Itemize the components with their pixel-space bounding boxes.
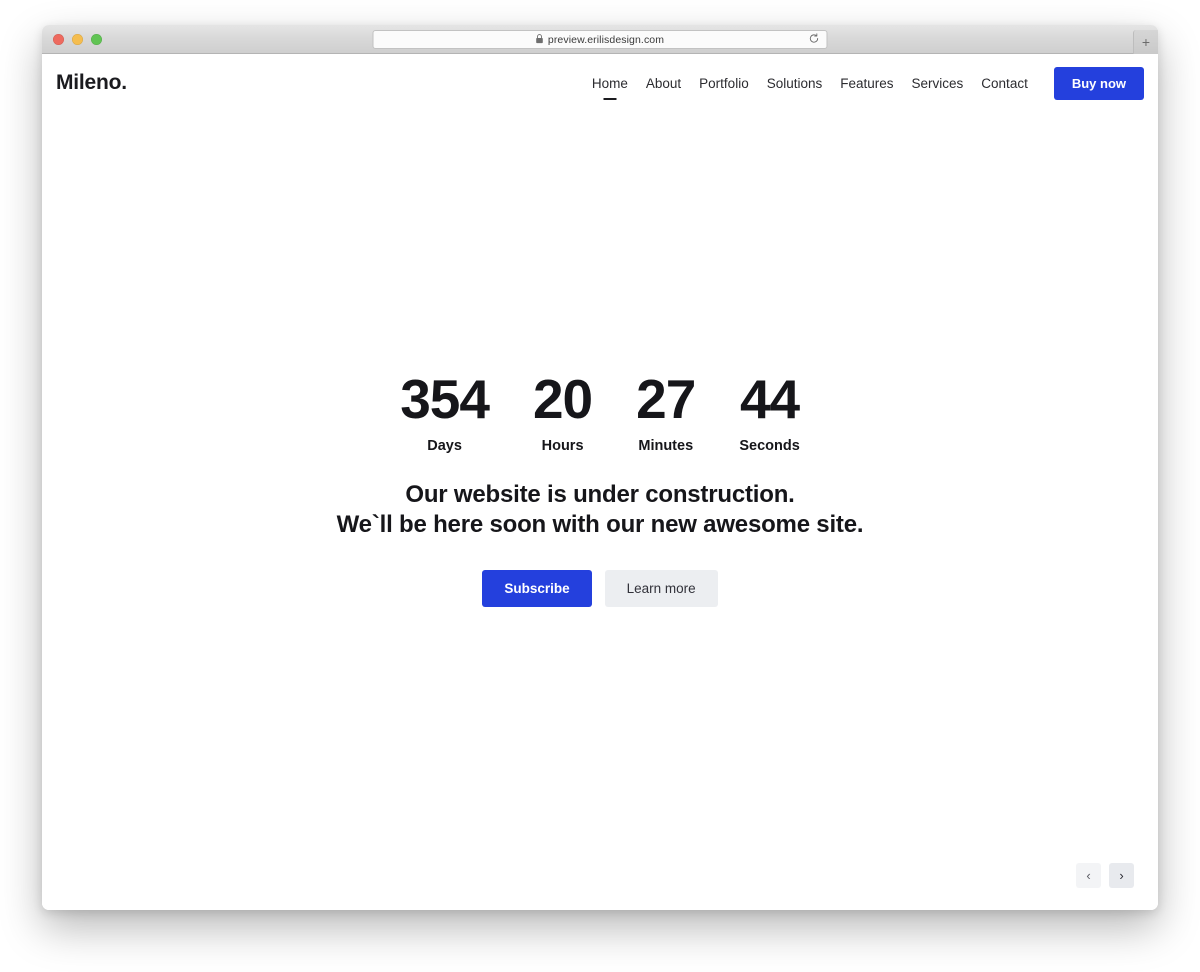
countdown-minutes-value: 27 bbox=[636, 368, 696, 430]
hero-headline: Our website is under construction. We`ll… bbox=[42, 480, 1158, 540]
headline-line-2: We`ll be here soon with our new awesome … bbox=[336, 511, 864, 539]
subscribe-button[interactable]: Subscribe bbox=[482, 570, 592, 608]
learn-more-button[interactable]: Learn more bbox=[604, 570, 718, 608]
countdown-days-value: 354 bbox=[400, 368, 490, 430]
nav-item-home[interactable]: Home bbox=[583, 76, 637, 91]
main-navigation: Home About Portfolio Solutions Features … bbox=[583, 66, 1144, 100]
headline-line-1: Our website is under construction. bbox=[405, 481, 795, 508]
buy-now-button[interactable]: Buy now bbox=[1053, 66, 1144, 100]
nav-item-contact[interactable]: Contact bbox=[972, 76, 1037, 91]
hero-section: 354 Days 20 Hours 27 Minutes 44 Seconds … bbox=[42, 368, 1158, 608]
countdown-minutes-label: Minutes bbox=[638, 438, 694, 454]
chevron-right-icon[interactable]: › bbox=[1109, 863, 1134, 888]
reload-icon[interactable] bbox=[809, 31, 820, 49]
countdown-unit-days: 354 Days bbox=[378, 368, 511, 455]
countdown-days-label: Days bbox=[427, 438, 462, 454]
slider-navigation: ‹ › bbox=[1076, 863, 1134, 888]
countdown-unit-minutes: 27 Minutes bbox=[614, 368, 717, 455]
chevron-left-icon[interactable]: ‹ bbox=[1076, 863, 1101, 888]
countdown-seconds-value: 44 bbox=[739, 368, 800, 430]
countdown-unit-seconds: 44 Seconds bbox=[717, 368, 821, 455]
nav-item-solutions[interactable]: Solutions bbox=[758, 76, 832, 91]
window-controls bbox=[53, 34, 102, 45]
browser-titlebar: preview.erilisdesign.com + bbox=[42, 25, 1158, 54]
hero-cta-group: Subscribe Learn more bbox=[42, 570, 1158, 608]
countdown-unit-hours: 20 Hours bbox=[511, 368, 614, 455]
minimize-window-button[interactable] bbox=[72, 34, 83, 45]
nav-item-services[interactable]: Services bbox=[903, 76, 973, 91]
nav-item-portfolio[interactable]: Portfolio bbox=[690, 76, 758, 91]
nav-item-about[interactable]: About bbox=[637, 76, 690, 91]
countdown-hours-value: 20 bbox=[532, 368, 593, 430]
maximize-window-button[interactable] bbox=[91, 34, 102, 45]
address-bar-url: preview.erilisdesign.com bbox=[547, 33, 665, 46]
new-tab-button[interactable]: + bbox=[1133, 30, 1158, 54]
address-bar-content: preview.erilisdesign.com bbox=[536, 31, 664, 49]
countdown-timer: 354 Days 20 Hours 27 Minutes 44 Seconds bbox=[42, 368, 1158, 455]
countdown-seconds-label: Seconds bbox=[739, 438, 800, 454]
website-viewport: Mileno. Home About Portfolio Solutions F… bbox=[42, 54, 1158, 910]
countdown-hours-label: Hours bbox=[541, 438, 584, 454]
site-header: Mileno. Home About Portfolio Solutions F… bbox=[42, 54, 1158, 112]
site-logo[interactable]: Mileno. bbox=[56, 71, 127, 95]
browser-window: preview.erilisdesign.com + Mileno. Home … bbox=[42, 25, 1158, 910]
nav-item-features[interactable]: Features bbox=[831, 76, 902, 91]
lock-icon bbox=[536, 31, 544, 49]
close-window-button[interactable] bbox=[53, 34, 64, 45]
address-bar[interactable]: preview.erilisdesign.com bbox=[372, 30, 828, 49]
